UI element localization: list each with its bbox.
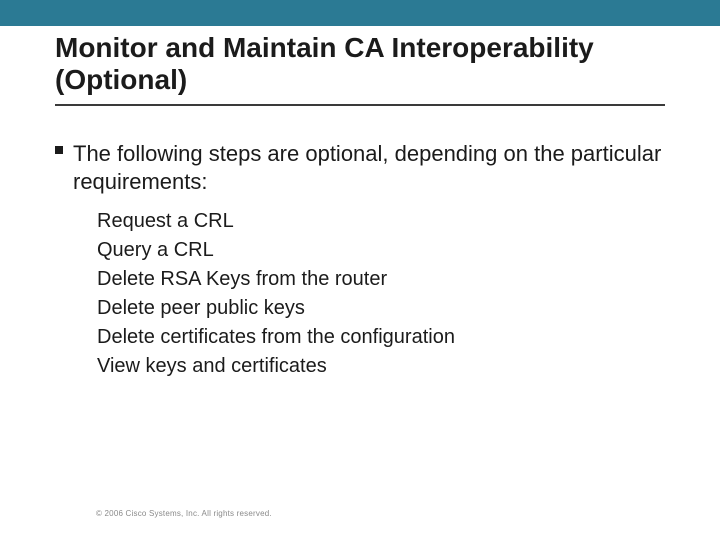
header-bar xyxy=(0,0,720,26)
body-content: The following steps are optional, depend… xyxy=(55,140,670,381)
page-title: Monitor and Maintain CA Interoperability… xyxy=(55,32,680,96)
list-item: View keys and certificates xyxy=(97,352,670,381)
title-underline xyxy=(55,104,665,106)
list-item: Query a CRL xyxy=(97,236,670,265)
lead-text: The following steps are optional, depend… xyxy=(73,141,661,194)
list-item: Delete RSA Keys from the router xyxy=(97,265,670,294)
step-list: Request a CRL Query a CRL Delete RSA Key… xyxy=(55,207,670,381)
list-item: Delete certificates from the configurati… xyxy=(97,323,670,352)
copyright-footer: © 2006 Cisco Systems, Inc. All rights re… xyxy=(96,509,272,518)
lead-paragraph: The following steps are optional, depend… xyxy=(55,140,670,195)
list-item: Request a CRL xyxy=(97,207,670,236)
list-item: Delete peer public keys xyxy=(97,294,670,323)
square-bullet-icon xyxy=(55,146,63,154)
slide: Monitor and Maintain CA Interoperability… xyxy=(0,0,720,540)
